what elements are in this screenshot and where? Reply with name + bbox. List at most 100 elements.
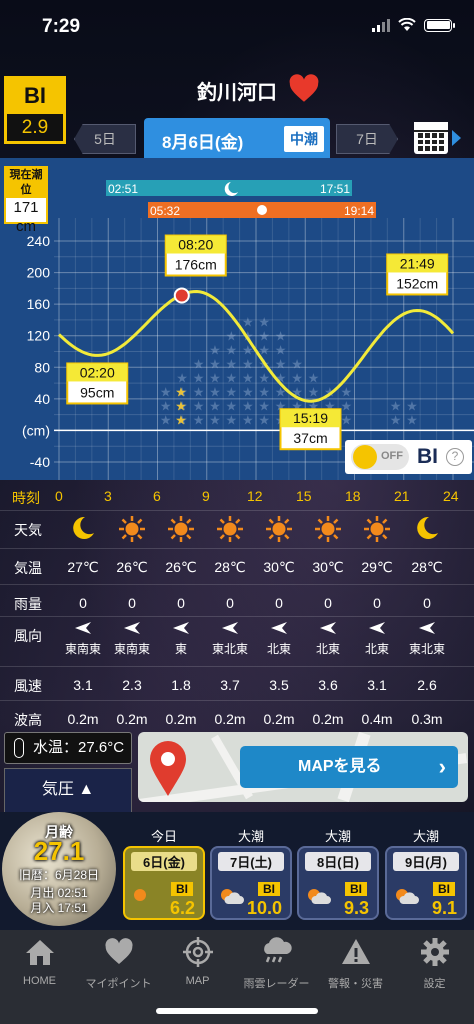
tab-alerts[interactable]: 警報・災害 (316, 936, 395, 991)
tide-label-time: 08:20 (178, 237, 213, 253)
day-card[interactable]: 6日(金) BI 6.2 (123, 846, 205, 920)
bi-star-icon: ★ (291, 370, 303, 385)
weather-table: 天気 気温 27℃ 26℃ 26℃ 28℃ 30℃ 30℃ 29℃ 28℃ 雨量 0 0 0 0 0 0 0 0 風向… (0, 510, 474, 734)
sunrise-time: 05:32 (150, 204, 180, 218)
hour-tick: 9 (202, 488, 210, 504)
bi-star-icon: ★ (275, 342, 287, 357)
thermometer-icon (14, 738, 24, 758)
hour-tick: 0 (55, 488, 63, 504)
weather-cell-wind_speed: 2.6 (417, 677, 437, 693)
weather-cell-temp: 28℃ (214, 559, 246, 575)
wind-direction-cell: 東南東 (108, 621, 156, 657)
tab-settings[interactable]: 設定 (395, 936, 474, 991)
day-tide-label: 今日 (150, 829, 177, 844)
tab-home[interactable]: HOME (0, 936, 79, 987)
bi-star-icon: ★ (226, 328, 238, 343)
toggle-state: OFF (381, 450, 403, 462)
current-date-tab[interactable]: 8月6日(金) 中潮 (144, 118, 330, 158)
weather-icon (308, 889, 331, 904)
day-tide-label: 大潮 (412, 829, 439, 844)
y-tick-label: -40 (30, 454, 50, 470)
weather-cell-temp: 26℃ (116, 559, 148, 575)
wind-direction-cell: 東南東 (59, 621, 107, 657)
wind-direction-text: 東 (174, 642, 187, 656)
map-button-label: MAPを見る › (240, 746, 458, 788)
weather-row-wind_dir: 風向 東南東 東南東 東 東北東 北東 北東 北東 東北東 (0, 616, 474, 666)
status-icons (372, 18, 455, 32)
wind-arrow-icon (206, 621, 254, 638)
bi-star-icon: ★ (275, 356, 287, 371)
bi-star-icon: ★ (242, 384, 254, 399)
bi-toggle-switch[interactable]: OFF (351, 444, 409, 470)
bi-star-icon: ★ (209, 342, 221, 357)
tab-label: 警報・災害 (328, 978, 383, 990)
crosshair-icon (182, 937, 213, 967)
row-label: 波高 (14, 712, 42, 728)
bi-star-icon: ★ (340, 398, 352, 413)
tab-map[interactable]: MAP (158, 936, 237, 987)
weather-cell-rain: 0 (128, 595, 136, 611)
gear-icon (420, 938, 449, 966)
sun-icon (206, 515, 254, 546)
pressure-tab[interactable]: 気圧 ▲ (4, 768, 132, 812)
wind-arrow-icon (353, 621, 401, 638)
bi-toggle[interactable]: OFF BI ? (345, 440, 472, 474)
weather-cell-wave: 0.2m (165, 711, 197, 727)
bi-star-icon: ★ (308, 384, 320, 399)
hours-axis-label: 時刻 (12, 490, 40, 506)
tide-chart-svg: 2402001601208040(cm)-4002:51 17:5105:32 19… (22, 180, 474, 480)
tab-label: 設定 (423, 978, 446, 990)
help-icon[interactable]: ? (446, 448, 464, 466)
weather-cell-wave: 0.2m (312, 711, 344, 727)
bi-star-icon: ★ (406, 412, 418, 427)
map-button[interactable]: MAPを見る › (138, 732, 468, 802)
weather-cell-rain: 0 (275, 595, 283, 611)
day-card[interactable]: 9日(月) BI 9.1 (385, 846, 467, 920)
sun-icon (157, 515, 205, 546)
current-tide-value: 171 (13, 199, 39, 216)
bi-star-icon: ★ (193, 398, 205, 413)
favorite-heart-icon[interactable] (287, 72, 321, 106)
scroll-right-arrow-icon[interactable] (452, 130, 461, 146)
weather-cell-wind_speed: 2.3 (122, 677, 142, 693)
status-bar: 7:29 (0, 0, 474, 56)
sun-icon (304, 515, 352, 546)
day-card[interactable]: 7日(土) BI 10.0 (210, 846, 292, 920)
hour-tick: 15 (296, 488, 312, 504)
sun-icon (257, 205, 267, 215)
bi-star-icon: ★ (209, 412, 221, 427)
day-tide-label: 大潮 (324, 829, 351, 844)
bi-star-icon: ★ (275, 328, 287, 343)
day-bi-value: 9.1 (431, 898, 457, 918)
y-tick-label: 160 (27, 296, 51, 312)
tab-my-points[interactable]: マイポイント (79, 936, 158, 991)
bi-star-icon: ★ (242, 356, 254, 371)
prev-day-button[interactable]: 5日 (74, 124, 136, 154)
tab-rain-radar[interactable]: 雨雲レーダー (237, 936, 316, 991)
signal-icon (372, 18, 390, 32)
bi-star-icon: ★ (258, 384, 270, 399)
day-tide-label: 大潮 (237, 829, 264, 844)
bi-star-icon: ★ (175, 384, 187, 399)
day-card[interactable]: 8日(日) BI 9.3 (297, 846, 379, 920)
weather-cell-wind_speed: 3.5 (269, 677, 289, 693)
calendar-icon[interactable] (414, 122, 448, 154)
wind-direction-text: 北東 (266, 642, 291, 656)
bi-star-icon: ★ (258, 412, 270, 427)
weather-icon (221, 889, 244, 904)
weather-cell-rain: 0 (226, 595, 234, 611)
bi-star-icon: ★ (258, 398, 270, 413)
bi-star-icon: ★ (226, 412, 238, 427)
home-indicator (156, 1008, 318, 1014)
current-tide-unit: cm (16, 218, 36, 235)
bi-star-icon: ★ (193, 412, 205, 427)
bi-star-icon: ★ (308, 370, 320, 385)
day-bi-label: BI (433, 882, 455, 896)
next-day-button[interactable]: 7日 (336, 124, 398, 154)
current-tide-label: 現在潮位 (6, 168, 46, 198)
hour-tick: 6 (153, 488, 161, 504)
sun-icon (108, 515, 156, 546)
weather-cell-temp: 30℃ (312, 559, 344, 575)
tide-label-time: 02:20 (80, 364, 115, 380)
wind-arrow-icon (108, 621, 156, 638)
